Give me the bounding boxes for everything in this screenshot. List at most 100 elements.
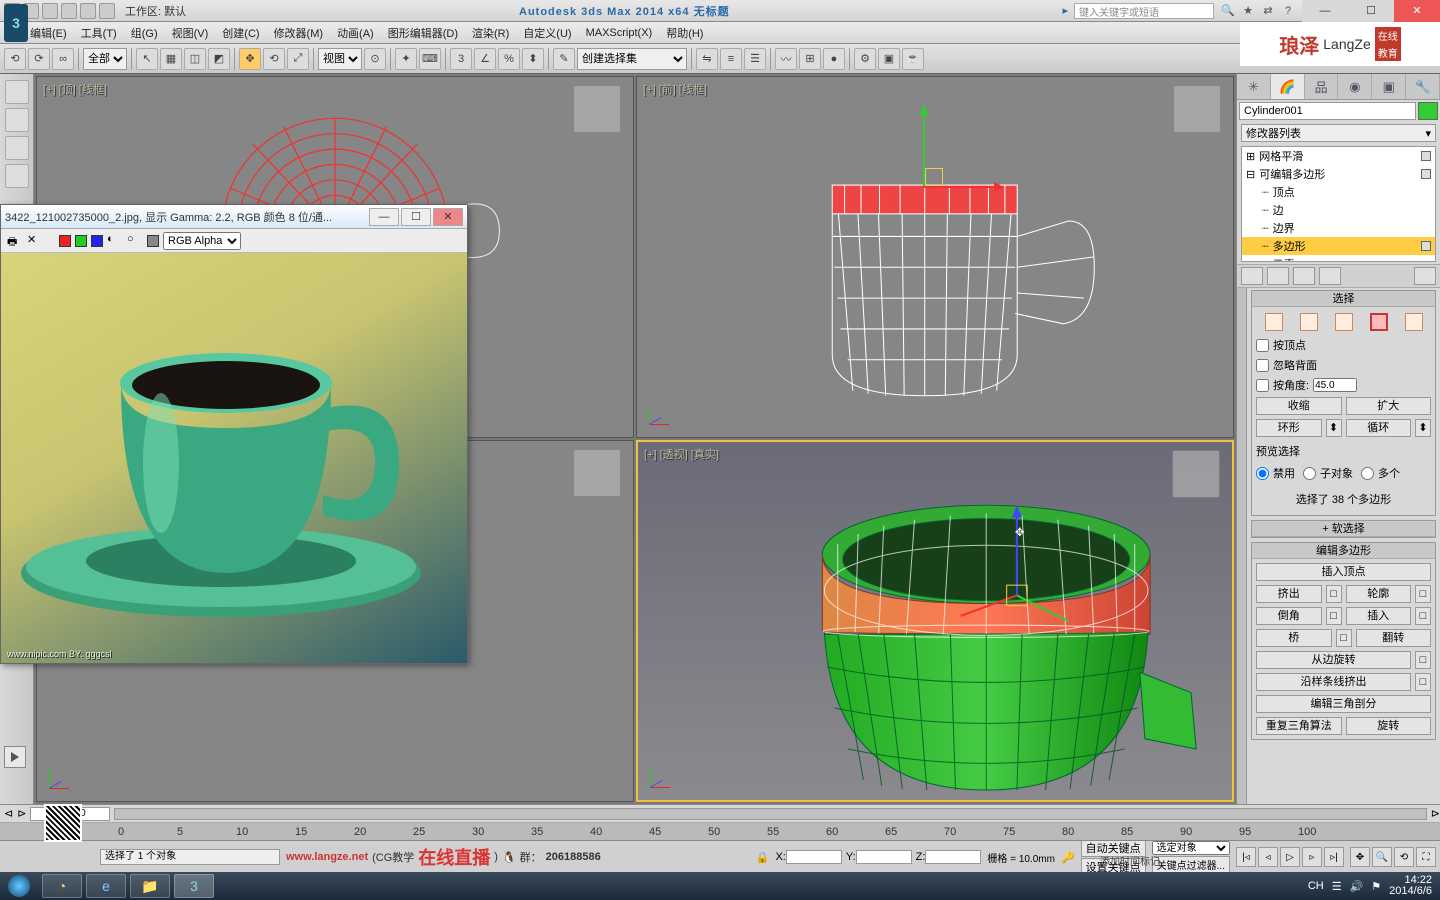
menu-render[interactable]: 渲染(R) bbox=[472, 25, 509, 41]
menu-modifiers[interactable]: 修改器(M) bbox=[274, 25, 324, 41]
z-input[interactable] bbox=[925, 850, 981, 864]
tab-display-icon[interactable]: ▣ bbox=[1372, 74, 1406, 99]
unique-icon[interactable] bbox=[1293, 267, 1315, 285]
goto-start-icon[interactable]: |◃ bbox=[1236, 847, 1256, 867]
pan-icon[interactable]: ✥ bbox=[1350, 847, 1370, 867]
by-angle-checkbox[interactable]: 按角度: bbox=[1256, 377, 1431, 393]
pivot-icon[interactable]: ⊙ bbox=[364, 48, 386, 70]
y-input[interactable] bbox=[856, 850, 912, 864]
tab-modify-icon[interactable]: 🌈 bbox=[1271, 74, 1305, 99]
curve-editor-icon[interactable]: 〰 bbox=[775, 48, 797, 70]
minimize-button[interactable]: — bbox=[1302, 0, 1348, 22]
lock-icon[interactable]: 🔒 bbox=[756, 851, 770, 864]
tab-motion-icon[interactable]: ◉ bbox=[1338, 74, 1372, 99]
render-frame-icon[interactable]: ▣ bbox=[878, 48, 900, 70]
task-app1-icon[interactable]: ◔ bbox=[42, 874, 82, 898]
outline-button[interactable]: 轮廓 bbox=[1346, 585, 1412, 603]
graphite-icon[interactable] bbox=[5, 80, 29, 104]
flip-button[interactable]: 翻转 bbox=[1356, 629, 1432, 647]
by-vertex-checkbox[interactable]: 按顶点 bbox=[1256, 337, 1431, 353]
window-crossing-icon[interactable]: ◩ bbox=[208, 48, 230, 70]
turn-button[interactable]: 旋转 bbox=[1346, 717, 1432, 735]
viewcube-icon[interactable] bbox=[573, 85, 621, 133]
stack-element[interactable]: ┈元素 bbox=[1242, 255, 1435, 262]
help-icon[interactable]: ? bbox=[1280, 3, 1296, 19]
timeline-end-icon[interactable]: ⊳ bbox=[1431, 807, 1440, 820]
stack-vertex[interactable]: ┈顶点 bbox=[1242, 183, 1435, 201]
close-icon[interactable]: ✕ bbox=[27, 233, 43, 249]
timeline-toggle-icon[interactable]: ⊲ bbox=[0, 807, 17, 820]
rendered-frame-window[interactable]: 3422_121002735000_2.jpg, 显示 Gamma: 2.2, … bbox=[0, 204, 468, 664]
menu-maxscript[interactable]: MAXScript(X) bbox=[586, 27, 653, 39]
menu-group[interactable]: 组(G) bbox=[131, 25, 158, 41]
show-result-icon[interactable] bbox=[1267, 267, 1289, 285]
viewport-persp-label[interactable]: [+] [透视] [真实] bbox=[644, 446, 719, 462]
bevel-button[interactable]: 倒角 bbox=[1256, 607, 1322, 625]
object-name-input[interactable]: Cylinder001 bbox=[1239, 102, 1416, 120]
hinge-settings-icon[interactable]: □ bbox=[1415, 651, 1431, 669]
select-region-icon[interactable]: ◫ bbox=[184, 48, 206, 70]
keymode-icon[interactable]: ⌨ bbox=[419, 48, 441, 70]
menu-edit[interactable]: 编辑(E) bbox=[30, 25, 67, 41]
ignore-backfacing-checkbox[interactable]: 忽略背面 bbox=[1256, 357, 1431, 373]
select-icon[interactable]: ↖ bbox=[136, 48, 158, 70]
x-input[interactable] bbox=[786, 850, 842, 864]
bg-swatch[interactable] bbox=[147, 235, 159, 247]
tab-utilities-icon[interactable]: 🔧 bbox=[1406, 74, 1440, 99]
unlink-icon[interactable]: ⟳ bbox=[28, 48, 50, 70]
graphite-object-icon[interactable] bbox=[5, 164, 29, 188]
refwin-max-button[interactable]: ☐ bbox=[401, 208, 431, 226]
refwin-titlebar[interactable]: 3422_121002735000_2.jpg, 显示 Gamma: 2.2, … bbox=[1, 205, 467, 229]
maximize-vp-icon[interactable]: ⛶ bbox=[1416, 847, 1436, 867]
layer-icon[interactable]: ☰ bbox=[744, 48, 766, 70]
menu-graph[interactable]: 图形编辑器(D) bbox=[388, 25, 458, 41]
modifier-list-select[interactable]: 修改器列表▾ bbox=[1241, 124, 1436, 142]
grow-button[interactable]: 扩大 bbox=[1346, 397, 1432, 415]
object-color-swatch[interactable] bbox=[1418, 102, 1438, 120]
maximize-button[interactable]: ☐ bbox=[1348, 0, 1394, 22]
extrude-spline-button[interactable]: 沿样条线挤出 bbox=[1256, 673, 1411, 691]
select-name-icon[interactable]: ▦ bbox=[160, 48, 182, 70]
snap-icon[interactable]: 3 bbox=[450, 48, 472, 70]
goto-end-icon[interactable]: ▹| bbox=[1324, 847, 1344, 867]
loop-button[interactable]: 循环 bbox=[1346, 419, 1412, 437]
manip-icon[interactable]: ✦ bbox=[395, 48, 417, 70]
preview-off-radio[interactable]: 禁用 bbox=[1256, 465, 1295, 481]
blue-swatch[interactable] bbox=[91, 235, 103, 247]
task-explorer-icon[interactable]: 📁 bbox=[130, 874, 170, 898]
play-icon[interactable]: ▷ bbox=[1280, 847, 1300, 867]
modifier-stack[interactable]: ⊞网格平滑 ⊟可编辑多边形 ┈顶点 ┈边 ┈边界 ┈多边形 ┈元素 bbox=[1241, 146, 1436, 262]
viewport-top-label[interactable]: [+] [顶] [线框] bbox=[43, 81, 107, 97]
stack-editpoly[interactable]: ⊟可编辑多边形 bbox=[1242, 165, 1435, 183]
material-icon[interactable]: ● bbox=[823, 48, 845, 70]
print-icon[interactable]: 🖶 bbox=[7, 233, 23, 249]
menu-create[interactable]: 创建(C) bbox=[222, 25, 259, 41]
inset-settings-icon[interactable]: □ bbox=[1415, 607, 1431, 625]
tab-hierarchy-icon[interactable]: 品 bbox=[1305, 74, 1339, 99]
preview-subobj-radio[interactable]: 子对象 bbox=[1303, 465, 1353, 481]
preview-multi-radio[interactable]: 多个 bbox=[1361, 465, 1400, 481]
edit-tri-button[interactable]: 编辑三角剖分 bbox=[1256, 695, 1431, 713]
key-icon[interactable]: 🔑 bbox=[1061, 851, 1075, 864]
panel-pan-handle[interactable] bbox=[1237, 288, 1247, 804]
shrink-button[interactable]: 收缩 bbox=[1256, 397, 1342, 415]
key-filters-button[interactable]: 关键点过滤器... bbox=[1152, 856, 1230, 873]
render-setup-icon[interactable]: ⚙ bbox=[854, 48, 876, 70]
configure-icon[interactable] bbox=[1414, 267, 1436, 285]
tray-volume-icon[interactable]: 🔊 bbox=[1350, 880, 1364, 893]
star-icon[interactable]: ★ bbox=[1240, 3, 1256, 19]
menu-animation[interactable]: 动画(A) bbox=[337, 25, 374, 41]
viewcube-icon[interactable] bbox=[1172, 450, 1220, 498]
menu-customize[interactable]: 自定义(U) bbox=[523, 25, 571, 41]
caret-icon[interactable]: ▸ bbox=[1062, 4, 1068, 17]
menu-help[interactable]: 帮助(H) bbox=[666, 25, 703, 41]
task-ie-icon[interactable]: e bbox=[86, 874, 126, 898]
graphite-select-icon[interactable] bbox=[5, 136, 29, 160]
extrude-spline-settings-icon[interactable]: □ bbox=[1415, 673, 1431, 691]
qat-undo-icon[interactable] bbox=[61, 3, 77, 19]
qat-save-icon[interactable] bbox=[42, 3, 58, 19]
stack-border[interactable]: ┈边界 bbox=[1242, 219, 1435, 237]
retri-button[interactable]: 重复三角算法 bbox=[1256, 717, 1342, 735]
scale-icon[interactable]: ⤢ bbox=[287, 48, 309, 70]
ring-spinner[interactable]: ⬍ bbox=[1326, 419, 1342, 437]
